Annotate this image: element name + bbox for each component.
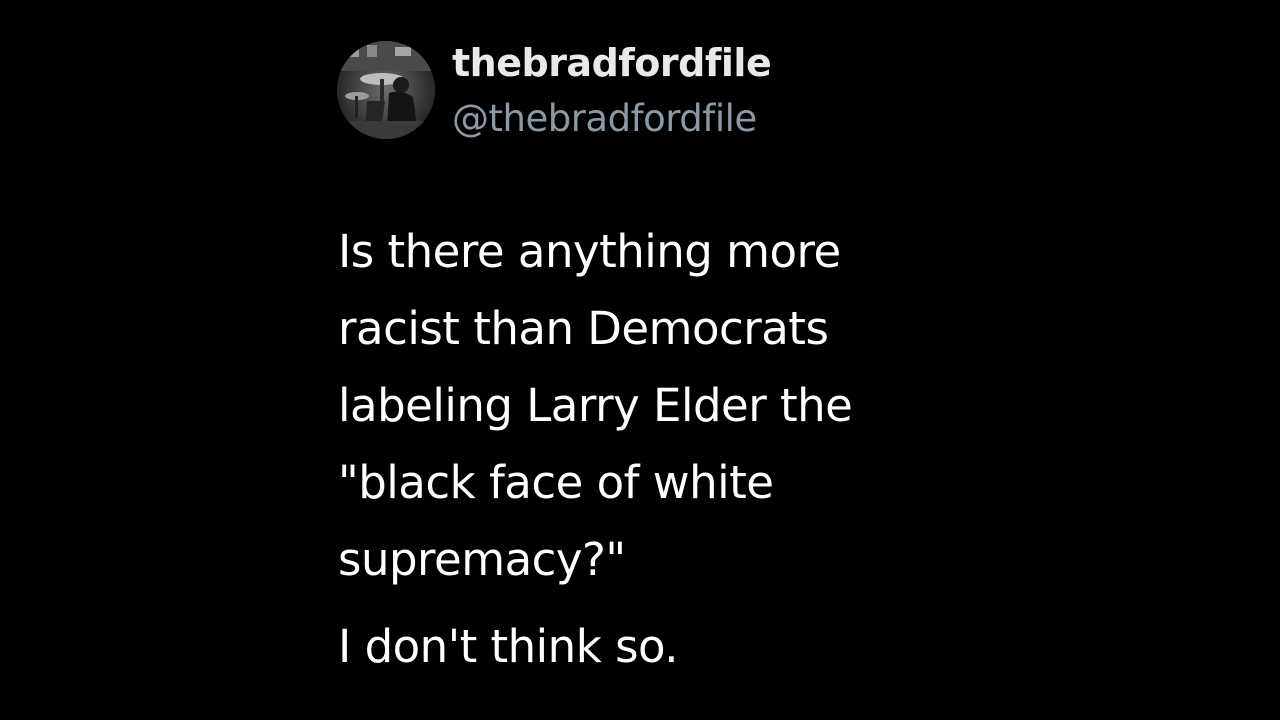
tweet-body-line: "black face of white bbox=[338, 456, 774, 509]
tweet-body: Is there anything more racist than Democ… bbox=[338, 213, 1098, 598]
tweet-body-line: Is there anything more bbox=[338, 225, 841, 278]
author-display-name[interactable]: thebradfordfile bbox=[452, 40, 772, 86]
tweet-body-line: supremacy?" bbox=[338, 533, 626, 586]
profile-photo-icon bbox=[337, 41, 435, 139]
author-handle[interactable]: @thebradfordfile bbox=[452, 96, 757, 142]
tweet-closing-line: I don't think so. bbox=[338, 620, 679, 673]
tweet-body-line: racist than Democrats bbox=[338, 302, 829, 355]
tweet-card: thebradfordfile @thebradfordfile Is ther… bbox=[0, 0, 1280, 720]
tweet-body-line: labeling Larry Elder the bbox=[338, 379, 853, 432]
avatar[interactable] bbox=[337, 41, 435, 139]
